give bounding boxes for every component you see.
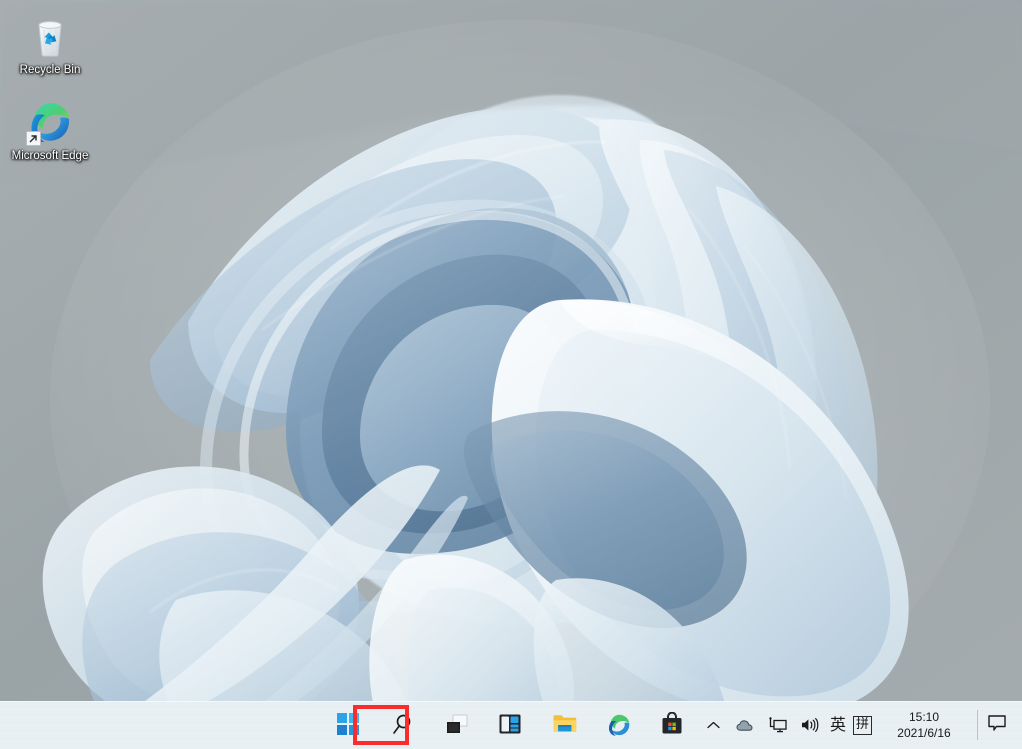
taskbar-button-task-view[interactable] — [435, 705, 479, 745]
taskbar-button-microsoft-store[interactable] — [651, 705, 695, 745]
desktop-icon-recycle-bin[interactable]: Recycle Bin — [8, 12, 92, 78]
desktop-icon-label: Microsoft Edge — [11, 150, 89, 162]
desktop-icon-microsoft-edge[interactable]: Microsoft Edge — [8, 98, 92, 164]
desktop-wallpaper[interactable] — [0, 0, 1022, 749]
ime-language-indicator[interactable]: 英 — [830, 717, 846, 733]
shortcut-arrow-icon — [26, 131, 41, 146]
file-explorer-icon — [552, 712, 578, 738]
chevron-up-icon[interactable] — [701, 708, 727, 742]
microsoft-edge-icon — [26, 98, 74, 146]
clock-date: 2021/6/16 — [897, 726, 951, 740]
clock-time: 15:10 — [908, 710, 940, 724]
desktop-screen: Recycle Bin Microsoft Edge 英 拼 15:10 202… — [0, 0, 1022, 749]
notification-center-button[interactable] — [980, 708, 1014, 742]
cloud-icon[interactable] — [733, 708, 759, 742]
speaker-icon[interactable] — [797, 708, 823, 742]
microsoft-store-icon — [660, 711, 686, 738]
taskbar-button-file-explorer[interactable] — [543, 705, 587, 745]
windows-start-icon — [336, 712, 362, 738]
taskbar-button-search[interactable] — [381, 705, 425, 745]
taskbar: 英 拼 15:10 2021/6/16 — [0, 701, 1022, 749]
taskbar-button-start[interactable] — [327, 705, 371, 745]
taskbar-button-widgets[interactable] — [489, 705, 533, 745]
tray-divider — [977, 710, 978, 740]
ime-pinyin-indicator[interactable]: 拼 — [852, 715, 872, 735]
search-icon — [390, 712, 416, 738]
task-view-icon — [444, 712, 470, 738]
taskbar-clock[interactable]: 15:10 2021/6/16 — [887, 709, 961, 741]
recycle-bin-icon — [26, 12, 74, 60]
system-tray: 英 拼 15:10 2021/6/16 — [698, 701, 1022, 749]
chat-bubble-icon — [987, 714, 1007, 737]
widgets-icon — [498, 712, 524, 738]
microsoft-edge-icon — [606, 712, 632, 738]
desktop-icon-label: Recycle Bin — [19, 64, 81, 76]
network-monitor-icon[interactable] — [765, 708, 791, 742]
taskbar-button-microsoft-edge[interactable] — [597, 705, 641, 745]
